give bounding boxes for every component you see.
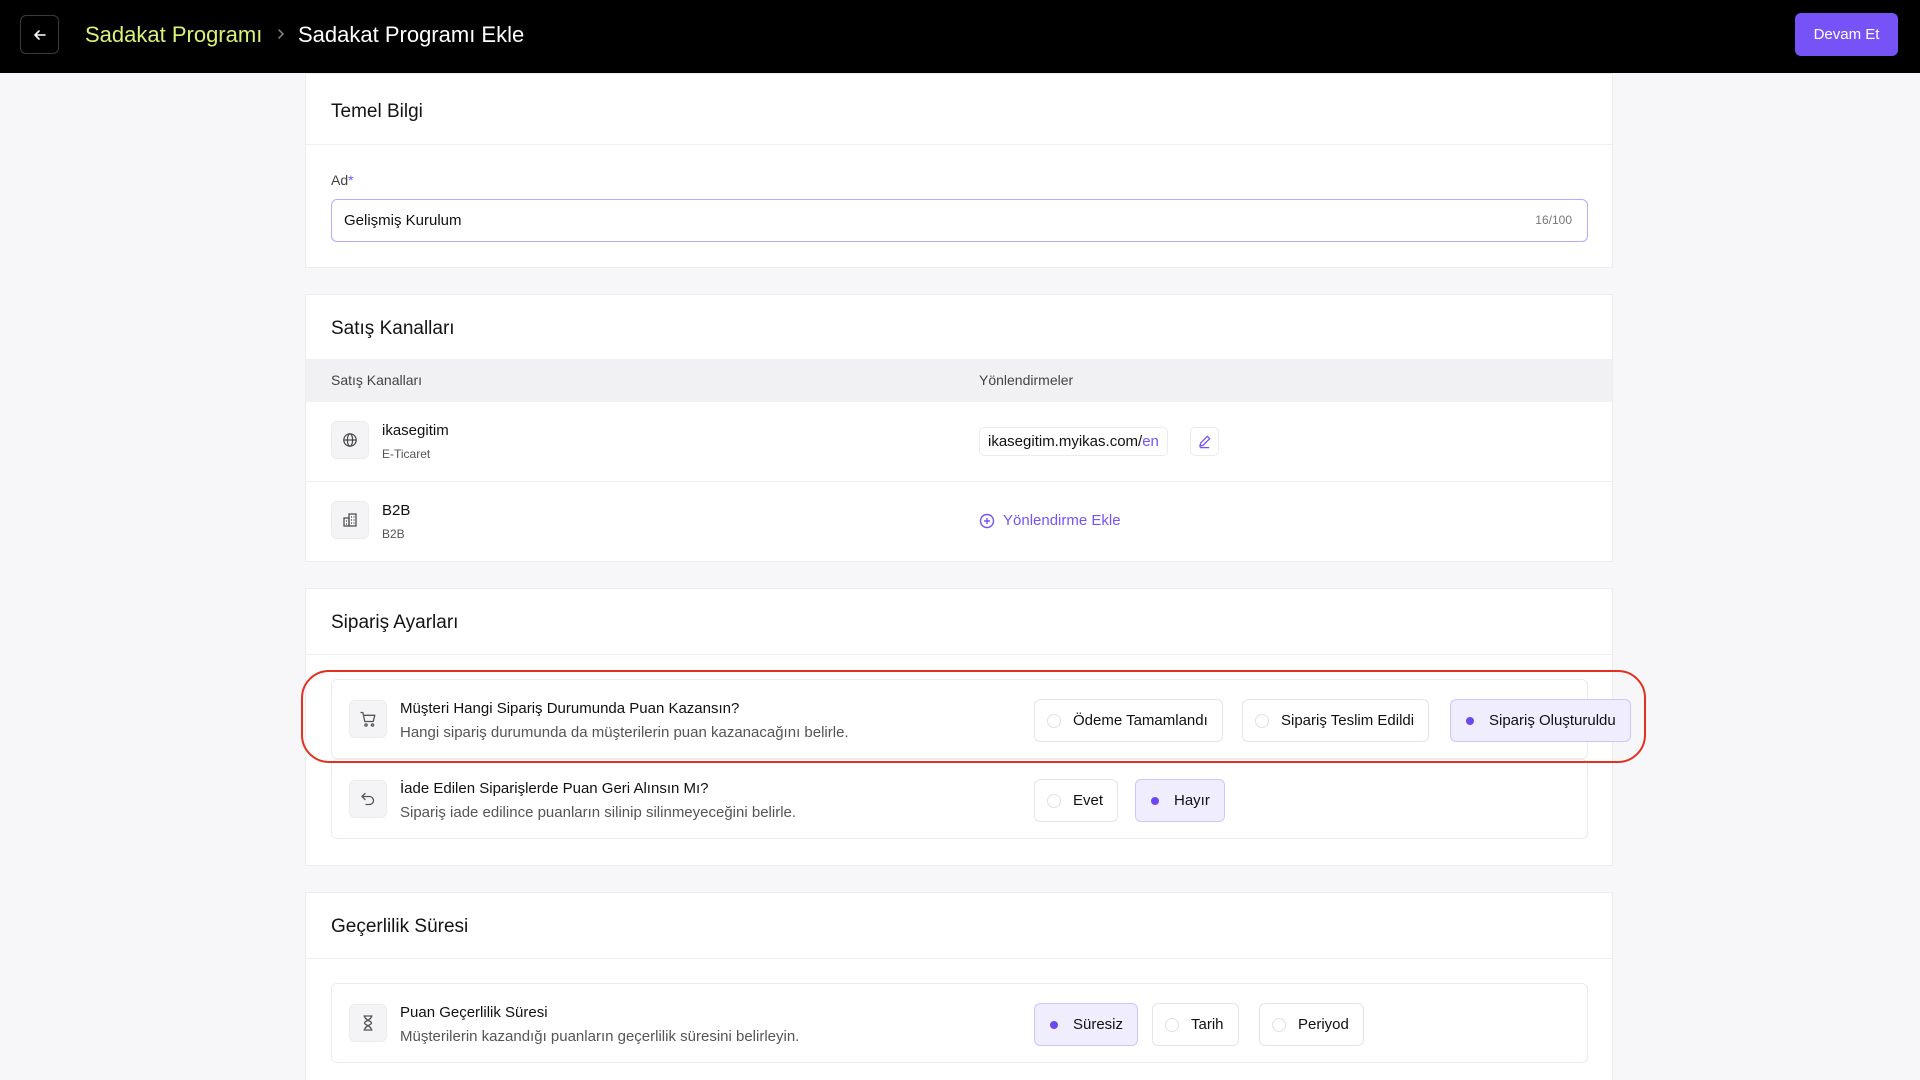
radio-icon	[1255, 713, 1269, 728]
divider	[306, 654, 1612, 655]
name-label-text: Ad	[331, 172, 349, 188]
back-button[interactable]	[20, 15, 59, 54]
option-period[interactable]: Periyod	[1259, 1003, 1364, 1046]
radio-icon	[1047, 713, 1061, 728]
building-icon	[331, 501, 369, 539]
name-label: Ad*	[331, 172, 354, 188]
option-label: Tarih	[1191, 1016, 1224, 1033]
continue-button[interactable]: Devam Et	[1795, 13, 1898, 56]
basic-info-card: Temel Bilgi Ad* 16/100	[305, 73, 1613, 268]
validity-title: Geçerlilik Süresi	[331, 916, 469, 937]
redirect-url: ikasegitim.myikas.com/en	[979, 427, 1168, 456]
order-settings-card: Sipariş Ayarları Müşteri Hangi Sipariş D…	[305, 588, 1631, 866]
chevron-right-icon	[278, 29, 285, 39]
divider	[306, 958, 1612, 959]
option-label: Evet	[1073, 792, 1104, 809]
setting-description: Sipariş iade edilince puanların silinip …	[400, 804, 797, 821]
redirect-url-lang: en	[1142, 433, 1159, 450]
validity-card: Geçerlilik Süresi Puan Geçerlilik Süresi…	[305, 892, 1613, 1080]
option-order-delivered[interactable]: Sipariş Teslim Edildi	[1242, 699, 1430, 742]
option-unlimited[interactable]: Süresiz	[1034, 1003, 1139, 1046]
cart-icon	[349, 700, 387, 738]
option-label: Periyod	[1298, 1016, 1349, 1033]
redirect-url-base: ikasegitim.myikas.com/	[988, 433, 1143, 450]
channel-name: ikasegitim	[382, 422, 449, 439]
breadcrumb-parent[interactable]: Sadakat Programı	[85, 22, 262, 48]
radio-selected-icon	[1047, 1018, 1061, 1032]
option-no[interactable]: Hayır	[1135, 779, 1225, 822]
name-input[interactable]	[344, 200, 1494, 240]
option-label: Ödeme Tamamlandı	[1073, 712, 1208, 729]
globe-icon	[331, 421, 369, 459]
sales-channels-card: Satış Kanalları Satış Kanalları Yönlendi…	[305, 294, 1613, 562]
setting-title: Puan Geçerlilik Süresi	[400, 1004, 548, 1021]
channel-type: E-Ticaret	[382, 447, 431, 461]
basic-info-title: Temel Bilgi	[331, 101, 423, 122]
option-label: Sipariş Oluşturuldu	[1489, 712, 1616, 729]
add-redirect-button[interactable]: Yönlendirme Ekle	[979, 512, 1121, 529]
edit-redirect-button[interactable]	[1190, 427, 1219, 456]
pencil-icon	[1199, 435, 1211, 449]
column-header-redirects: Yönlendirmeler	[979, 372, 1074, 388]
undo-icon	[349, 780, 387, 818]
option-yes[interactable]: Evet	[1034, 779, 1119, 822]
column-header-channels: Satış Kanalları	[331, 372, 423, 388]
option-label: Süresiz	[1073, 1016, 1124, 1033]
radio-icon	[1047, 793, 1061, 808]
setting-description: Müşterilerin kazandığı puanların geçerli…	[400, 1028, 800, 1045]
setting-title: İade Edilen Siparişlerde Puan Geri Alıns…	[400, 780, 709, 797]
refund-points-setting: İade Edilen Siparişlerde Puan Geri Alıns…	[331, 759, 1588, 839]
radio-selected-icon	[1148, 794, 1162, 808]
earn-points-setting: Müşteri Hangi Sipariş Durumunda Puan Kaz…	[331, 679, 1631, 759]
option-date[interactable]: Tarih	[1152, 1003, 1239, 1046]
char-count: 16/100	[1535, 213, 1572, 227]
option-label: Sipariş Teslim Edildi	[1281, 712, 1415, 729]
option-payment-completed[interactable]: Ödeme Tamamlandı	[1034, 699, 1223, 742]
table-row: B2B B2B Yönlendirme Ekle	[306, 482, 1612, 562]
points-validity-setting: Puan Geçerlilik Süresi Müşterilerin kaza…	[331, 983, 1588, 1063]
radio-selected-icon	[1463, 714, 1477, 728]
required-mark: *	[348, 172, 354, 188]
name-input-box[interactable]: 16/100	[331, 199, 1588, 242]
breadcrumb-current: Sadakat Programı Ekle	[298, 22, 525, 47]
add-redirect-label: Yönlendirme Ekle	[1003, 512, 1121, 529]
table-header: Satış Kanalları Yönlendirmeler	[306, 359, 1612, 402]
setting-title: Müşteri Hangi Sipariş Durumunda Puan Kaz…	[400, 700, 740, 717]
option-order-created[interactable]: Sipariş Oluşturuldu	[1450, 699, 1631, 742]
radio-icon	[1272, 1017, 1286, 1032]
plus-circle-icon	[979, 513, 995, 528]
top-bar: Sadakat Programı Sadakat Programı Ekle D…	[0, 0, 1920, 73]
arrow-left-icon	[33, 29, 46, 40]
sales-channels-title: Satış Kanalları	[331, 318, 455, 339]
hourglass-icon	[349, 1004, 387, 1042]
order-settings-title: Sipariş Ayarları	[331, 612, 459, 633]
radio-icon	[1165, 1017, 1179, 1032]
divider	[306, 144, 1612, 145]
channel-name: B2B	[382, 502, 411, 519]
option-label: Hayır	[1174, 792, 1210, 809]
setting-description: Hangi sipariş durumunda da müşterilerin …	[400, 724, 849, 741]
channel-type: B2B	[382, 527, 405, 541]
table-row: ikasegitim E-Ticaret ikasegitim.myikas.c…	[306, 402, 1612, 482]
